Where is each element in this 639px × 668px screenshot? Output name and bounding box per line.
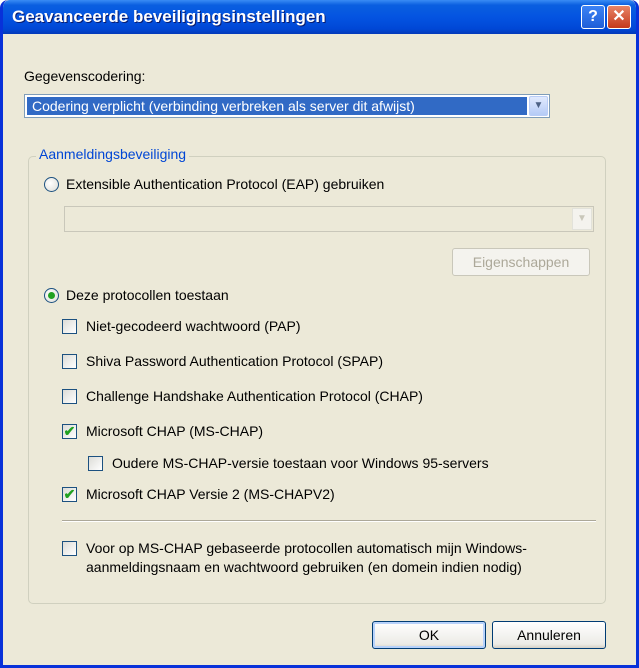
spap-checkbox[interactable] — [62, 354, 77, 369]
eap-radio-label[interactable]: Extensible Authentication Protocol (EAP)… — [66, 176, 384, 192]
ms-chapv2-label[interactable]: Microsoft CHAP Versie 2 (MS-CHAPV2) — [86, 486, 335, 502]
encryption-selected-value: Codering verplicht (verbinding verbreken… — [27, 97, 527, 115]
help-button[interactable]: ? — [581, 5, 605, 29]
properties-button: Eigenschappen — [452, 248, 590, 276]
allow-protocols-label[interactable]: Deze protocollen toestaan — [66, 287, 229, 303]
logon-security-label: Aanmeldingsbeveiliging — [36, 146, 190, 162]
close-button[interactable]: ✕ — [607, 5, 631, 29]
title-bar: Geavanceerde beveiligingsinstellingen ? … — [3, 0, 636, 34]
window-title: Geavanceerde beveiligingsinstellingen — [12, 7, 326, 26]
cancel-button[interactable]: Annuleren — [492, 621, 606, 649]
ms-chap-checkbox[interactable]: ✔ — [62, 423, 77, 439]
separator — [62, 520, 596, 522]
ms-chap-label[interactable]: Microsoft CHAP (MS-CHAP) — [86, 423, 263, 439]
encryption-label: Gegevenscodering: — [24, 68, 146, 84]
eap-radio[interactable] — [44, 177, 59, 192]
ok-button[interactable]: OK — [372, 621, 486, 649]
check-icon: ✔ — [63, 486, 76, 502]
radio-selected-dot — [48, 292, 55, 299]
ms-chapv2-checkbox[interactable]: ✔ — [62, 486, 77, 502]
allow-protocols-radio[interactable] — [44, 288, 59, 303]
chap-label[interactable]: Challenge Handshake Authentication Proto… — [86, 388, 423, 404]
chap-checkbox[interactable] — [62, 389, 77, 404]
check-icon: ✔ — [63, 423, 76, 439]
legacy-ms-chap-checkbox[interactable] — [88, 456, 103, 471]
eap-dropdown: ▼ — [64, 206, 594, 232]
chevron-down-icon: ▼ — [572, 208, 592, 230]
auto-logon-label-line2[interactable]: aanmeldingsnaam en wachtwoord gebruiken … — [86, 559, 522, 575]
pap-checkbox[interactable] — [62, 319, 77, 334]
spap-label[interactable]: Shiva Password Authentication Protocol (… — [86, 353, 383, 369]
auto-logon-checkbox[interactable] — [62, 541, 77, 556]
pap-label[interactable]: Niet-gecodeerd wachtwoord (PAP) — [86, 318, 301, 334]
legacy-ms-chap-label[interactable]: Oudere MS-CHAP-versie toestaan voor Wind… — [112, 455, 489, 471]
encryption-dropdown[interactable]: Codering verplicht (verbinding verbreken… — [24, 94, 550, 118]
chevron-down-icon[interactable]: ▼ — [529, 96, 548, 116]
auto-logon-label-line1[interactable]: Voor op MS-CHAP gebaseerde protocollen a… — [86, 540, 527, 556]
